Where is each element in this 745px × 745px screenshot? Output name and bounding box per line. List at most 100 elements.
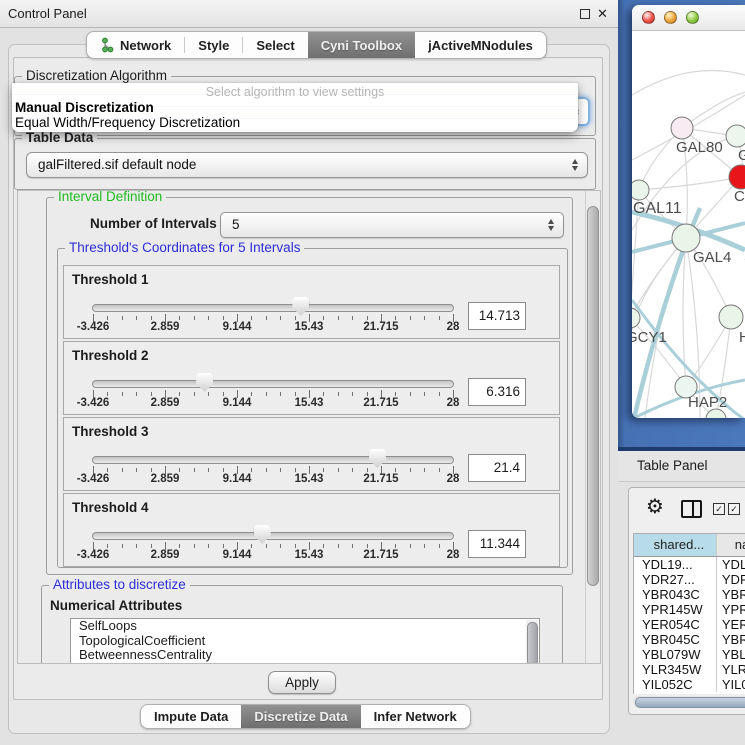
settings-scrollbar-thumb[interactable] — [587, 206, 599, 586]
split-table-icon[interactable] — [681, 500, 702, 518]
threshold-value-field[interactable]: 11.344 — [468, 530, 526, 558]
tick-label: 2.859 — [151, 321, 180, 333]
numerical-attributes-list[interactable]: SelfLoopsTopologicalCoefficientBetweenne… — [70, 618, 540, 664]
tick-mark — [424, 544, 425, 548]
attributes-list-scrollbar-thumb[interactable] — [527, 622, 538, 664]
settings-vertical-scrollbar[interactable] — [585, 191, 600, 663]
threshold-value-field[interactable]: 6.316 — [468, 378, 526, 406]
table-row[interactable]: YBR045CYBR045C — [634, 632, 745, 647]
network-node[interactable] — [719, 305, 743, 329]
gear-icon[interactable]: ⚙ — [646, 496, 664, 516]
tick-label: 9.144 — [223, 549, 252, 561]
table-row[interactable]: YDL19...YDL19... — [634, 557, 745, 572]
tab-network[interactable]: Network — [87, 32, 184, 58]
top-tab-bar: NetworkStyleSelectCyni Toolbox jActiveMNo… — [86, 31, 547, 59]
list-item[interactable]: TopologicalCoefficient — [71, 634, 539, 649]
table-row[interactable]: YBR043CYBR043C — [634, 587, 745, 602]
table-horizontal-scrollbar-thumb[interactable] — [635, 697, 745, 708]
node-label: H — [739, 329, 745, 346]
network-view-window[interactable]: GAL80GAGAL11CGAL4GCY1HHAP2 — [632, 5, 745, 418]
threshold-slider-track[interactable] — [92, 304, 454, 312]
attributes-list-scrollbar[interactable] — [526, 620, 538, 664]
node-attribute-table[interactable]: shared...na... YDL19...YDL19...YDR27...Y… — [633, 533, 745, 694]
zoom-traffic-light-icon[interactable] — [686, 11, 699, 24]
threshold-value-field[interactable]: 14.713 — [468, 302, 526, 330]
threshold-value-field[interactable]: 21.4 — [468, 454, 526, 482]
table-row[interactable]: YBL079WYBL079W — [634, 647, 745, 662]
list-item[interactable]: SelfLoops — [71, 619, 539, 634]
table-row[interactable]: YIL052CYIL052C — [634, 677, 745, 692]
network-node[interactable] — [671, 117, 693, 139]
network-node[interactable] — [726, 125, 745, 147]
table-cell: YDR27... — [717, 572, 745, 587]
tab-select[interactable]: Select — [243, 32, 307, 58]
tab-jactivemnodules[interactable]: jActiveMNodules — [415, 32, 546, 58]
table-cell: YER054C — [717, 617, 745, 632]
tick-mark — [151, 392, 152, 396]
network-canvas[interactable]: GAL80GAGAL11CGAL4GCY1HHAP2 — [632, 31, 745, 418]
list-item[interactable]: BetweennessCentrality — [71, 648, 539, 663]
network-node[interactable] — [632, 180, 649, 200]
tick-mark — [122, 468, 123, 472]
algorithm-option-manual-discretization[interactable]: Manual Discretization — [12, 100, 578, 115]
apply-button[interactable]: Apply — [268, 671, 336, 694]
number-of-intervals-spinner[interactable]: 5 — [220, 212, 564, 238]
column-header-na[interactable]: na... — [717, 534, 745, 556]
dropdown-arrows-icon — [572, 159, 578, 171]
float-window-icon[interactable] — [580, 9, 590, 19]
table-row[interactable]: YER054CYER054C — [634, 617, 745, 632]
minimize-traffic-light-icon[interactable] — [664, 11, 677, 24]
tab-infer-network[interactable]: Infer Network — [361, 705, 470, 728]
tick-mark — [223, 392, 224, 396]
table-horizontal-scrollbar[interactable] — [633, 696, 745, 707]
tab-label: Impute Data — [154, 709, 228, 724]
close-icon[interactable]: ✕ — [597, 0, 608, 27]
tick-label: 15.43 — [295, 473, 324, 485]
tick-mark — [223, 468, 224, 472]
tick-mark — [136, 392, 137, 396]
table-row[interactable]: YLR345WYLR345W — [634, 662, 745, 677]
tab-style[interactable]: Style — [185, 32, 242, 58]
tick-mark — [424, 468, 425, 472]
slider-tick-labels: -3.4262.8599.14415.4321.71528 — [93, 549, 453, 563]
tab-cyni-toolbox[interactable]: Cyni Toolbox — [308, 32, 415, 58]
network-node[interactable] — [672, 224, 700, 252]
column-header-shared[interactable]: shared... — [634, 534, 717, 556]
threshold-slider-track[interactable] — [92, 456, 454, 464]
bottom-tab-bar: Impute Data Discretize Data Infer Network — [140, 704, 471, 729]
table-row[interactable]: YDR27...YDR27... — [634, 572, 745, 587]
checkbox-icon[interactable]: ✓ — [728, 503, 740, 515]
tick-mark — [338, 316, 339, 320]
tick-label: 21.715 — [363, 549, 398, 561]
table-cell: YBR045C — [634, 632, 717, 647]
tick-mark — [439, 468, 440, 472]
table-data-select[interactable]: galFiltered.sif default node — [26, 152, 588, 178]
table-cell: YBR043C — [717, 587, 745, 602]
interval-definition-title: Interval Definition — [54, 190, 166, 204]
number-of-intervals-value: 5 — [232, 213, 240, 237]
tab-discretize-data[interactable]: Discretize Data — [241, 705, 360, 728]
tick-mark — [223, 544, 224, 548]
tick-mark — [136, 316, 137, 320]
table-row[interactable]: YPR145WYPR145W — [634, 602, 745, 617]
algorithm-dropdown-popup: Select algorithm to view settings Manual… — [12, 83, 578, 132]
threshold-slider-track[interactable] — [92, 380, 454, 388]
checkbox-icon[interactable]: ✓ — [713, 503, 725, 515]
table-cell: YBL079W — [717, 647, 745, 662]
tick-label: 9.144 — [223, 397, 252, 409]
tick-label: 9.144 — [223, 321, 252, 333]
tick-mark — [179, 544, 180, 548]
tick-mark — [338, 468, 339, 472]
tab-label: Discretize Data — [254, 709, 347, 724]
tick-mark — [295, 468, 296, 472]
tab-impute-data[interactable]: Impute Data — [141, 705, 241, 728]
tab-label: jActiveMNodules — [428, 38, 533, 53]
tick-label: 15.43 — [295, 321, 324, 333]
algorithm-option-equal-width-frequency-discretization[interactable]: Equal Width/Frequency Discretization — [12, 115, 578, 130]
threshold-slider-track[interactable] — [92, 532, 454, 540]
close-traffic-light-icon[interactable] — [642, 11, 655, 24]
tick-label: -3.426 — [77, 549, 110, 561]
tick-mark — [107, 316, 108, 320]
node-label: GAL11 — [633, 200, 682, 217]
tick-mark — [208, 316, 209, 320]
